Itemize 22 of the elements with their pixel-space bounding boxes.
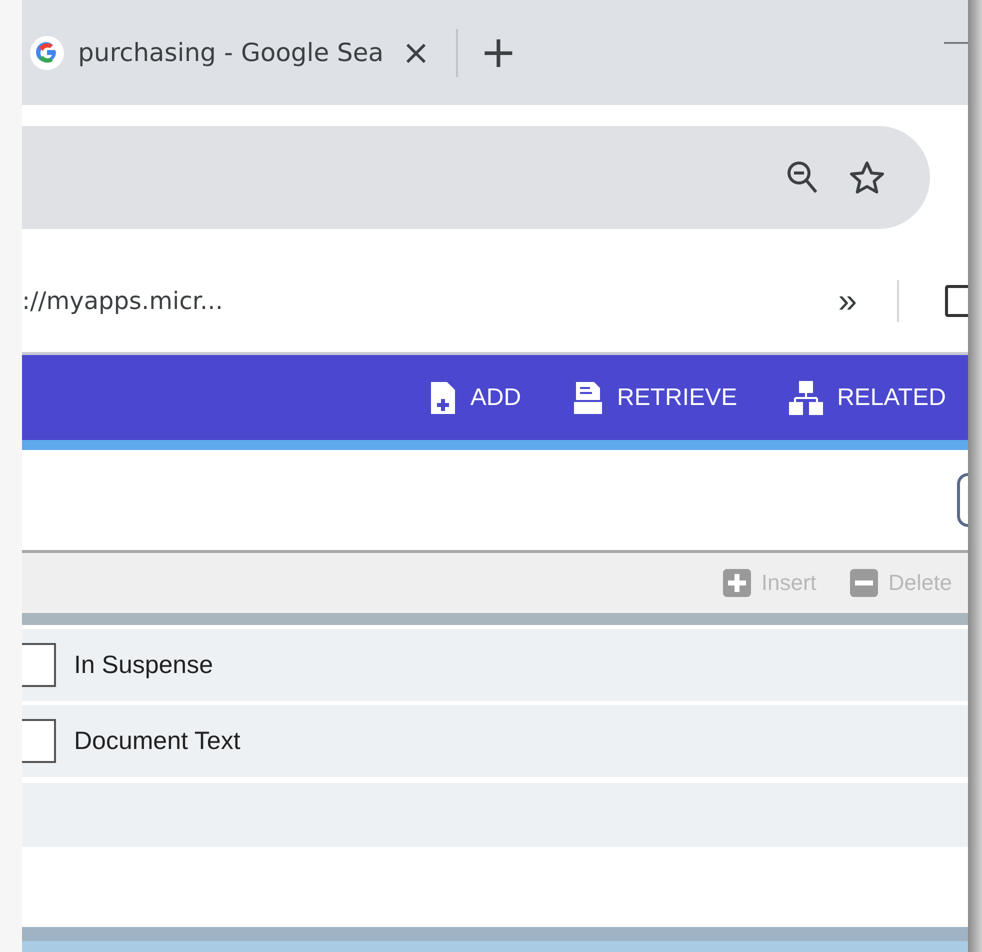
close-tab-button[interactable]: × [396,32,436,72]
checkbox[interactable] [22,643,56,687]
zoom-out-icon[interactable] [786,160,820,196]
row-label: Document Text [74,726,240,756]
checkbox[interactable] [22,719,56,763]
toolbar-button[interactable]: RELATED [789,380,946,414]
toolbar-button[interactable]: ADD [430,380,522,414]
google-logo-icon [30,36,64,70]
add-document-icon [430,380,456,414]
new-tab-button[interactable]: + [480,27,517,78]
star-icon[interactable] [848,160,886,196]
plus-icon [723,569,752,597]
tab-title: purchasing - Google Sea [78,38,382,67]
more-bookmarks-button[interactable]: » [838,282,857,320]
browser-tab[interactable]: purchasing - Google Sea × [22,0,436,105]
toolbar-button[interactable]: RETRIEVE [573,380,738,414]
minus-icon [850,569,878,597]
minimize-button[interactable]: — [944,28,968,56]
hierarchy-icon [789,380,824,414]
row-label: In Suspense [74,650,213,680]
document-tray-icon [573,380,604,414]
bookmark-link[interactable]: ://myapps.micr... [22,287,838,315]
